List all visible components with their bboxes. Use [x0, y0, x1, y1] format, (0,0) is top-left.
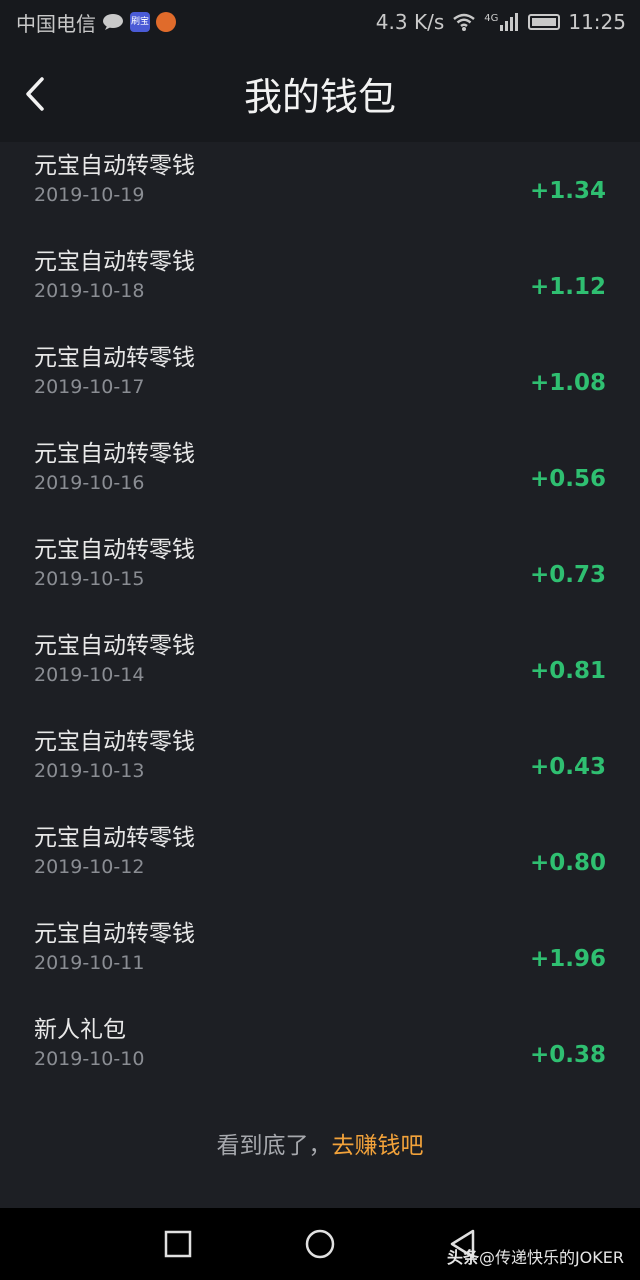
transaction-name: 新人礼包	[34, 1017, 126, 1043]
transaction-amount: +1.08	[529, 370, 606, 396]
list-end-message: 看到底了，去赚钱吧	[0, 1126, 640, 1160]
list-item: 元宝自动转零钱 2019-10-16 +0.56	[0, 430, 640, 526]
app-header: 我的钱包	[0, 44, 640, 142]
transaction-date: 2019-10-16	[34, 472, 145, 494]
page-title: 我的钱包	[243, 74, 396, 119]
transaction-name: 元宝自动转零钱	[34, 537, 195, 563]
transaction-amount: +0.38	[529, 1042, 606, 1068]
transaction-amount: +0.73	[529, 562, 606, 588]
home-icon[interactable]	[304, 1228, 336, 1260]
list-item: 元宝自动转零钱 2019-10-14 +0.81	[0, 622, 640, 718]
list-item: 元宝自动转零钱 2019-10-15 +0.73	[0, 526, 640, 622]
carrier-label: 中国电信	[16, 11, 96, 36]
transaction-name: 元宝自动转零钱	[34, 633, 195, 659]
transaction-amount: +1.34	[529, 178, 606, 204]
transaction-amount: +0.43	[529, 754, 606, 780]
message-icon	[103, 14, 123, 30]
transaction-list: 元宝自动转零钱 2019-10-19 +1.34 元宝自动转零钱 2019-10…	[0, 142, 640, 1102]
list-item: 元宝自动转零钱 2019-10-11 +1.96	[0, 910, 640, 1006]
transaction-date: 2019-10-15	[34, 568, 145, 590]
back-arrow-icon[interactable]	[20, 76, 50, 112]
transaction-date: 2019-10-10	[34, 1048, 145, 1070]
transaction-date: 2019-10-18	[34, 280, 145, 302]
transaction-date: 2019-10-17	[34, 376, 145, 398]
list-item: 元宝自动转零钱 2019-10-12 +0.80	[0, 814, 640, 910]
transaction-date: 2019-10-14	[34, 664, 145, 686]
transaction-name: 元宝自动转零钱	[34, 921, 195, 947]
signal-icon	[500, 13, 519, 31]
transaction-name: 元宝自动转零钱	[34, 729, 195, 755]
transaction-amount: +1.12	[529, 274, 606, 300]
watermark: 头条@传递快乐的JOKER	[447, 1244, 624, 1268]
battery-icon	[528, 14, 561, 30]
transaction-date: 2019-10-12	[34, 856, 145, 878]
app-notification-icon-2	[156, 12, 176, 32]
transaction-amount: +0.56	[529, 466, 606, 492]
transaction-name: 元宝自动转零钱	[34, 825, 195, 851]
transaction-date: 2019-10-19	[34, 184, 145, 206]
transaction-amount: +0.80	[529, 850, 606, 876]
watermark-handle: @传递快乐的JOKER	[478, 1248, 624, 1267]
status-bar: 中国电信 刷宝 4.3 K/s 4G 11:25	[0, 0, 640, 44]
clock: 11:25	[568, 10, 626, 34]
list-item: 元宝自动转零钱 2019-10-17 +1.08	[0, 334, 640, 430]
transaction-date: 2019-10-11	[34, 952, 145, 974]
transaction-date: 2019-10-13	[34, 760, 145, 782]
list-item: 元宝自动转零钱 2019-10-18 +1.12	[0, 238, 640, 334]
wifi-icon	[453, 13, 476, 31]
transaction-name: 元宝自动转零钱	[34, 153, 195, 179]
transaction-name: 元宝自动转零钱	[34, 345, 195, 371]
transaction-name: 元宝自动转零钱	[34, 249, 195, 275]
recent-apps-icon[interactable]	[164, 1230, 192, 1258]
transaction-name: 元宝自动转零钱	[34, 441, 195, 467]
list-item: 元宝自动转零钱 2019-10-19 +1.34	[0, 142, 640, 238]
transaction-amount: +1.96	[529, 946, 606, 972]
earn-money-link[interactable]: 去赚钱吧	[332, 1133, 424, 1159]
watermark-brand: 头条	[446, 1248, 479, 1267]
network-speed: 4.3 K/s	[375, 10, 445, 34]
app-notification-icon: 刷宝	[130, 12, 150, 32]
transaction-amount: +0.81	[529, 658, 606, 684]
list-item: 元宝自动转零钱 2019-10-13 +0.43	[0, 718, 640, 814]
list-item: 新人礼包 2019-10-10 +0.38	[0, 1006, 640, 1102]
end-of-list-text: 看到底了，	[216, 1133, 332, 1159]
network-type: 4G	[484, 13, 499, 24]
